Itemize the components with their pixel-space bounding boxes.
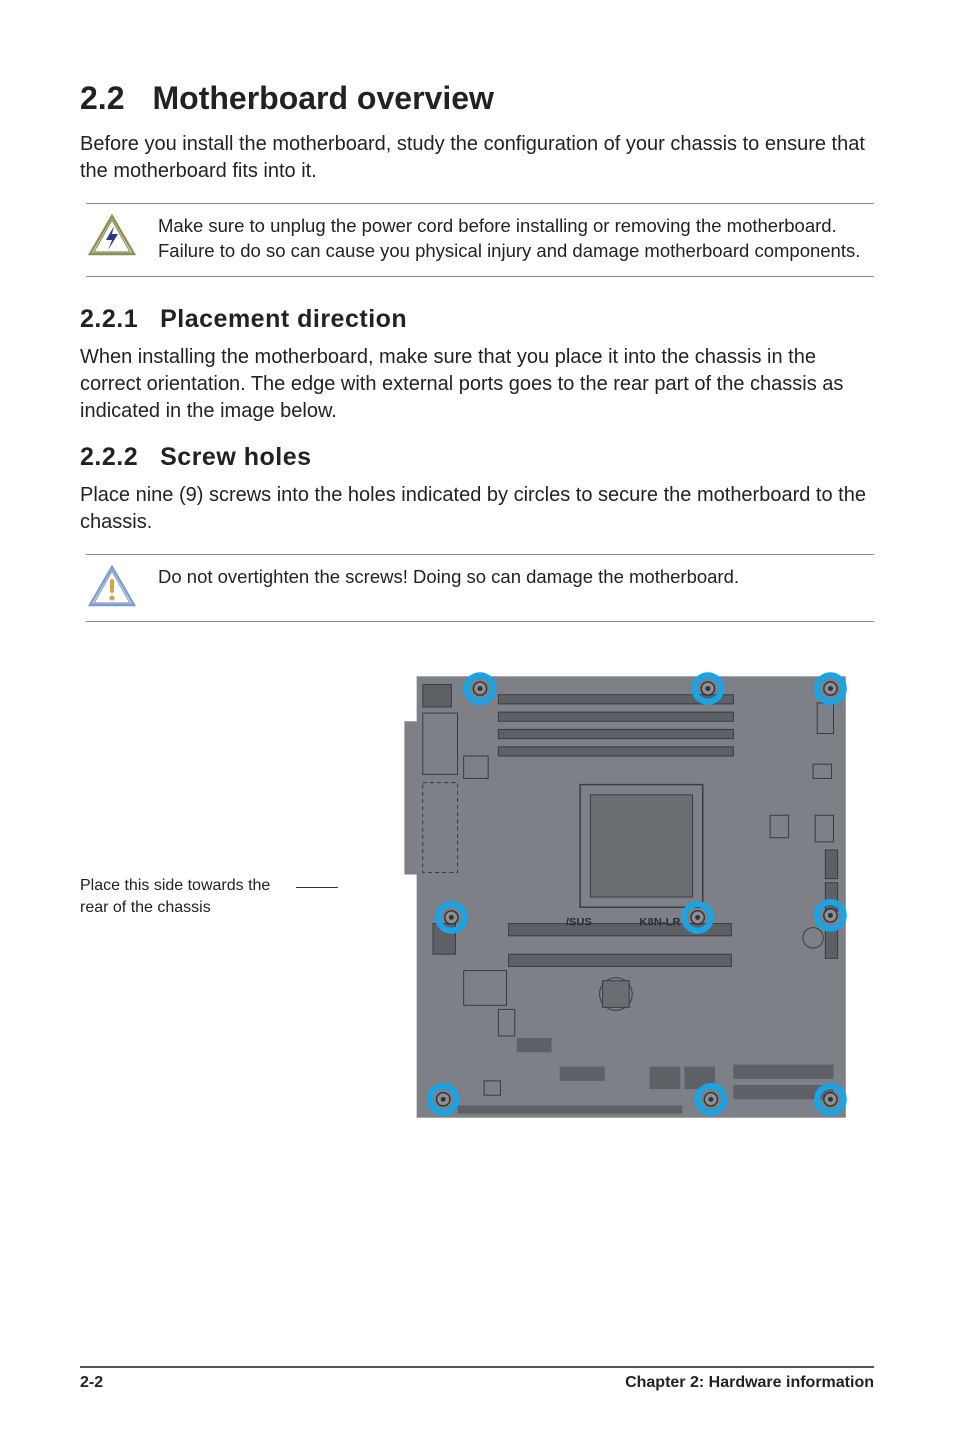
warning-text: Do not overtighten the screws! Doing so … <box>158 565 739 590</box>
subsection-title: Screw holes <box>160 443 311 472</box>
footer-chapter: Chapter 2: Hardware information <box>625 1374 874 1392</box>
footer-page-number: 2-2 <box>80 1374 103 1392</box>
model-label: K8N-LR <box>639 917 680 929</box>
leader-line <box>296 887 338 888</box>
figure-caption: Place this side towards the rear of the … <box>80 875 280 918</box>
lightning-triangle-icon <box>88 214 136 258</box>
subsection-body-screws: Place nine (9) screws into the holes ind… <box>80 482 874 536</box>
page-footer: 2-2 Chapter 2: Hardware information <box>80 1366 874 1392</box>
subsection-heading-screws: 2.2.2 Screw holes <box>80 443 874 472</box>
section-number: 2.2 <box>80 80 124 117</box>
section-heading: 2.2 Motherboard overview <box>80 80 874 117</box>
motherboard-figure: Place this side towards the rear of the … <box>80 662 874 1132</box>
warning-callout-overtighten: Do not overtighten the screws! Doing so … <box>86 554 874 622</box>
brand-label: /SUS <box>566 917 593 929</box>
exclaim-triangle-icon <box>88 565 136 609</box>
subsection-heading-placement: 2.2.1 Placement direction <box>80 305 874 334</box>
motherboard-diagram: /SUS K8N-LR <box>386 662 856 1132</box>
subsection-title: Placement direction <box>160 305 407 334</box>
subsection-body-placement: When installing the motherboard, make su… <box>80 344 874 425</box>
warning-callout-power: Make sure to unplug the power cord befor… <box>86 203 874 277</box>
warning-text: Make sure to unplug the power cord befor… <box>158 214 868 264</box>
section-intro: Before you install the motherboard, stud… <box>80 131 874 185</box>
subsection-number: 2.2.1 <box>80 305 138 334</box>
subsection-number: 2.2.2 <box>80 443 138 472</box>
section-title: Motherboard overview <box>152 80 493 117</box>
